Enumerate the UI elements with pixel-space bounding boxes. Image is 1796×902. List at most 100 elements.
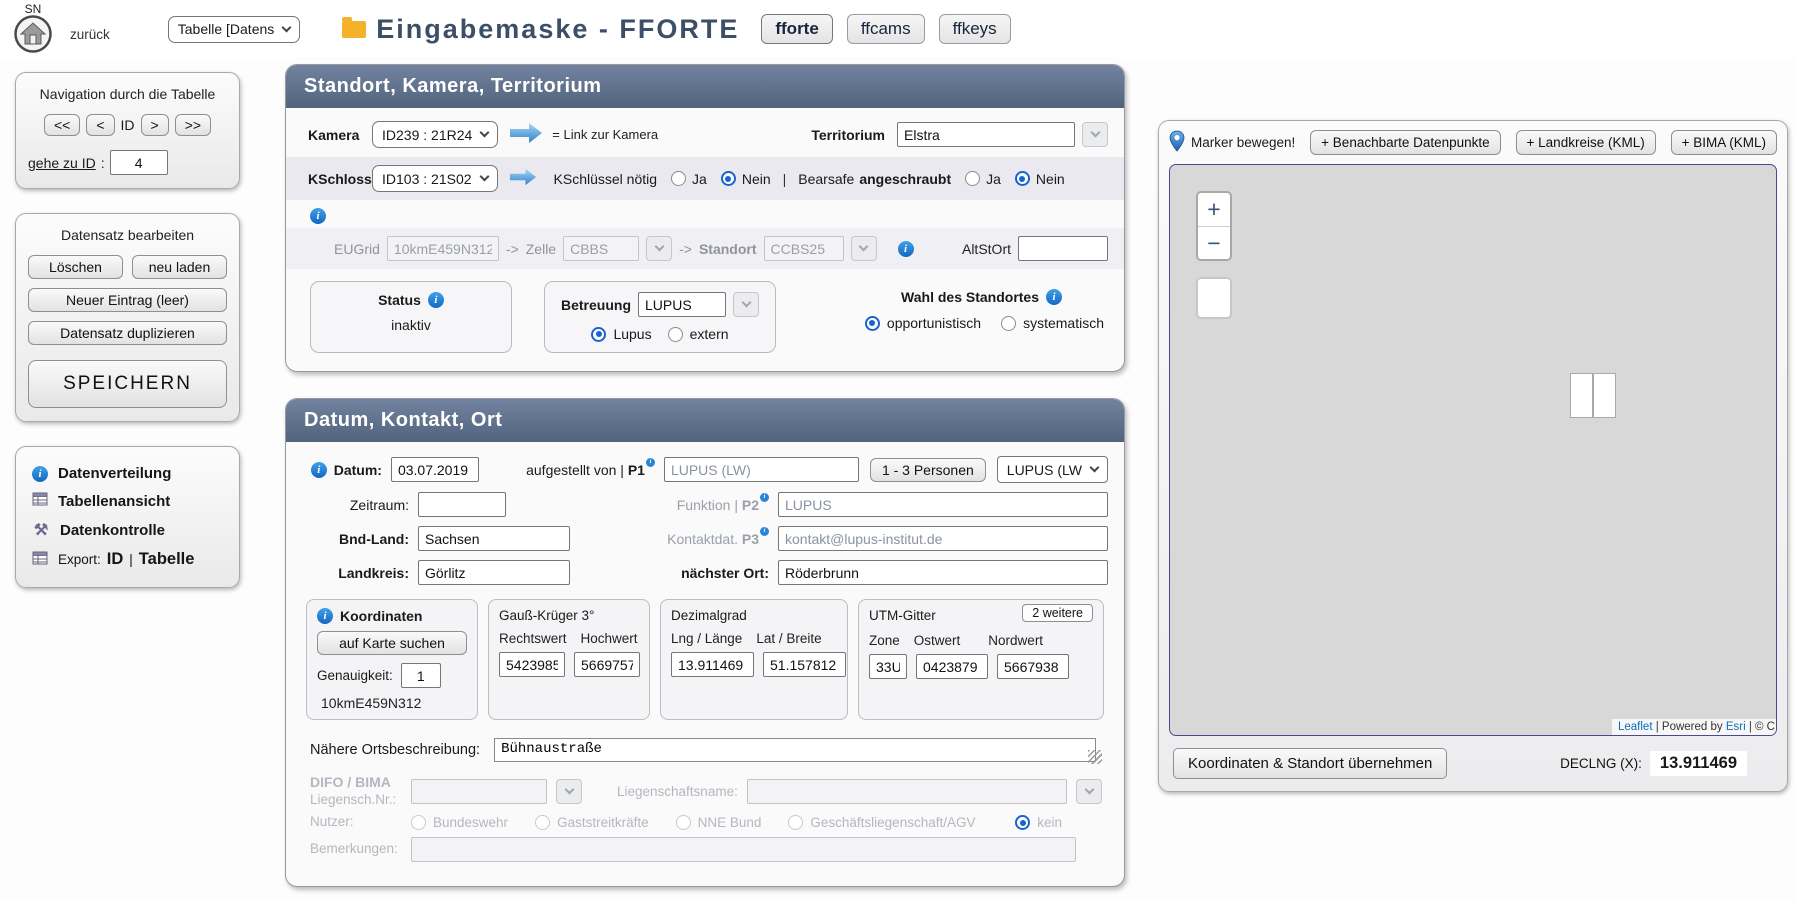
personen-button[interactable]: 1 - 3 Personen <box>870 458 986 482</box>
rechtswert-input[interactable] <box>499 652 565 677</box>
chevron-down-icon <box>282 22 292 32</box>
prev-record-button[interactable]: < <box>86 114 114 136</box>
kschloss-info-icon[interactable]: i <box>310 208 326 224</box>
lat-input[interactable] <box>763 652 846 677</box>
goto-id-link[interactable]: gehe zu ID <box>28 155 96 171</box>
bearsafe-ja-label: Ja <box>986 171 1001 187</box>
map-canvas[interactable]: + − Leaflet | Powered by Esri | © C <box>1169 164 1777 736</box>
weitere-button[interactable]: 2 weitere <box>1022 604 1093 622</box>
altstort-input[interactable] <box>1018 236 1108 261</box>
map-column: Marker bewegen! + Benachbarte Datenpunkt… <box>1158 58 1788 792</box>
first-record-button[interactable]: << <box>44 114 80 136</box>
link-tabellenansicht[interactable]: Tabellenansicht <box>28 487 227 515</box>
genauigkeit-input[interactable] <box>401 663 441 688</box>
zeitraum-input[interactable] <box>418 492 506 517</box>
betreuung-dropdown-button[interactable] <box>733 292 759 317</box>
datum-card: Datum, Kontakt, Ort i Datum: aufgestellt… <box>285 398 1125 887</box>
link-datenverteilung[interactable]: i Datenverteilung <box>28 460 227 487</box>
leaflet-link[interactable]: Leaflet <box>1618 721 1653 733</box>
koordinaten-info-icon[interactable]: i <box>317 608 333 624</box>
p3-info-icon[interactable]: i <box>760 527 769 536</box>
new-entry-button[interactable]: Neuer Eintrag (leer) <box>28 288 227 312</box>
funktion-input[interactable] <box>778 492 1108 517</box>
karte-suchen-button[interactable]: auf Karte suchen <box>317 631 467 655</box>
table-select[interactable]: Tabelle [Datens <box>168 16 301 43</box>
p2-info-icon[interactable]: i <box>760 493 769 502</box>
last-record-button[interactable]: >> <box>175 114 211 136</box>
betreuung-input[interactable] <box>638 292 726 317</box>
wahl-systematisch-radio[interactable] <box>1001 316 1016 331</box>
page-title: Eingabemaske - FFORTE <box>376 14 739 45</box>
bearsafe-ja-radio[interactable] <box>965 171 980 186</box>
difo-bima-section: DIFO / BIMA Liegensch.Nr.: Liegenschafts… <box>310 774 1102 862</box>
zone-input[interactable] <box>869 654 907 679</box>
bearsafe-nein-radio[interactable] <box>1015 171 1030 186</box>
ort-input[interactable] <box>778 560 1108 585</box>
table-icon <box>32 492 48 510</box>
reload-button[interactable]: neu laden <box>132 255 227 279</box>
datum-info-icon[interactable]: i <box>311 462 327 478</box>
kontakt-input[interactable] <box>778 526 1108 551</box>
wahl-opportunistisch-radio[interactable] <box>865 316 880 331</box>
gk-title: Gauß-Krüger 3° <box>499 608 639 623</box>
home-logo[interactable]: SN <box>10 2 56 57</box>
kschloss-label: KSchloss <box>308 171 372 187</box>
zoom-out-button[interactable]: − <box>1198 226 1230 259</box>
kschluessel-nein-radio[interactable] <box>721 171 736 186</box>
kamera-select[interactable]: ID239 : 21R24 <box>372 121 498 148</box>
bemerkungen-label: Bemerkungen: <box>310 841 402 858</box>
ortsbeschreibung-textarea[interactable]: Bühnaustraße <box>494 738 1096 762</box>
liegenschaftsname-label: Liegenschaftsname: <box>617 784 738 799</box>
bemerkungen-input <box>411 837 1076 862</box>
next-record-button[interactable]: > <box>141 114 169 136</box>
nutzer-kein-radio[interactable] <box>1015 815 1030 830</box>
nordwert-input[interactable] <box>997 654 1069 679</box>
personen-select[interactable]: LUPUS (LW <box>997 456 1108 483</box>
app-button-fforte[interactable]: fforte <box>761 14 832 44</box>
benachbarte-datenpunkte-button[interactable]: + Benachbarte Datenpunkte <box>1310 130 1501 155</box>
aufgestellt-input[interactable] <box>664 457 859 482</box>
kamera-link-arrow-icon[interactable] <box>508 122 544 147</box>
wahl-opportunistisch-label: opportunistisch <box>887 315 981 331</box>
ort-label: nächster Ort: <box>681 565 769 581</box>
lng-input[interactable] <box>671 652 754 677</box>
bndland-input[interactable] <box>418 526 570 551</box>
bima-kml-button[interactable]: + BIMA (KML) <box>1671 130 1777 155</box>
goto-id-input[interactable] <box>110 150 168 175</box>
datum-input[interactable] <box>391 457 479 482</box>
zoom-in-button[interactable]: + <box>1198 193 1230 226</box>
landkreis-input[interactable] <box>418 560 570 585</box>
app-button-ffkeys[interactable]: ffkeys <box>939 14 1011 44</box>
landkreise-kml-button[interactable]: + Landkreise (KML) <box>1516 130 1656 155</box>
betreuung-extern-radio[interactable] <box>668 327 683 342</box>
territorium-dropdown-button[interactable] <box>1082 122 1108 147</box>
delete-button[interactable]: Löschen <box>28 255 123 279</box>
kschloss-select[interactable]: ID103 : 21S02 <box>372 165 498 192</box>
kschluessel-ja-radio[interactable] <box>671 171 686 186</box>
betreuung-lupus-radio[interactable] <box>591 327 606 342</box>
nutzer-nne-bund-radio <box>676 815 691 830</box>
standort-info-icon[interactable]: i <box>898 241 914 257</box>
status-info-icon[interactable]: i <box>428 292 444 308</box>
kschloss-link-arrow-icon[interactable] <box>508 168 538 189</box>
link-datenkontrolle[interactable]: ⚒ Datenkontrolle <box>28 515 227 545</box>
difo-title: DIFO / BIMA <box>310 774 402 792</box>
export-id-link[interactable]: ID <box>107 550 124 569</box>
ostwert-input[interactable] <box>916 654 988 679</box>
grid-code: 10kmE459N312 <box>317 695 467 711</box>
hochwert-input[interactable] <box>574 652 640 677</box>
app-button-ffcams[interactable]: ffcams <box>847 14 925 44</box>
back-link[interactable]: zurück <box>70 27 110 42</box>
esri-link[interactable]: Esri <box>1726 721 1746 733</box>
p1-info-icon[interactable]: i <box>646 458 655 467</box>
duplicate-button[interactable]: Datensatz duplizieren <box>28 321 227 345</box>
koordinaten-uebernehmen-button[interactable]: Koordinaten & Standort übernehmen <box>1173 748 1447 779</box>
wahl-info-icon[interactable]: i <box>1046 289 1062 305</box>
territorium-input[interactable] <box>897 122 1075 147</box>
resize-grip[interactable] <box>1088 750 1102 764</box>
arrow-text: -> <box>679 241 692 257</box>
map-extra-control[interactable] <box>1196 277 1232 319</box>
export-table-link[interactable]: Tabelle <box>139 550 195 569</box>
save-button[interactable]: SPEICHERN <box>28 360 227 408</box>
datum-label: Datum: <box>334 462 382 478</box>
